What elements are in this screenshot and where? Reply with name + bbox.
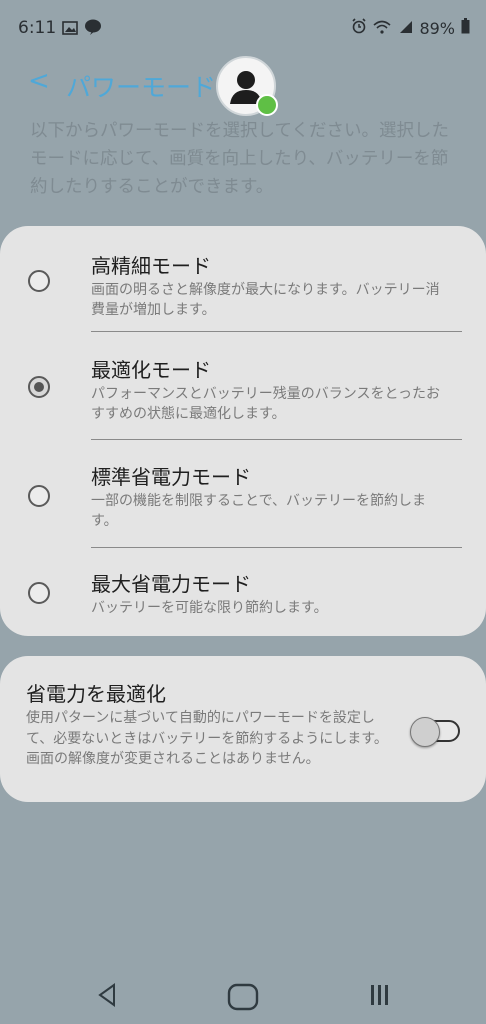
radio-high-performance[interactable]: [28, 270, 50, 292]
mode-desc: バッテリーを可能な限り節約します。: [91, 600, 328, 616]
back-button[interactable]: <: [28, 66, 50, 96]
toggle-knob[interactable]: [410, 717, 440, 747]
adaptive-power-saving-card[interactable]: 省電力を最適化 使用パターンに基づいて自動的にパワーモードを設定して、必要ないと…: [0, 656, 486, 802]
mode-desc: 画面の明るさと解像度が最大になります。バッテリー消費量が増加します。: [91, 282, 440, 318]
mode-option-optimized[interactable]: 最適化モード パフォーマンスとバッテリー残量のバランスをとったおすすめの状態に最…: [0, 354, 486, 446]
mode-title: 高精細モード: [91, 254, 211, 278]
mode-title: 最適化モード: [91, 358, 211, 382]
mode-title: 最大省電力モード: [91, 572, 251, 596]
divider: [91, 547, 462, 548]
power-mode-list: 高精細モード 画面の明るさと解像度が最大になります。バッテリー消費量が増加します…: [0, 226, 486, 636]
adaptive-title: 省電力を最適化: [26, 682, 166, 706]
divider: [91, 331, 462, 332]
status-bar: 6:11 89%: [0, 0, 486, 56]
page-description: 以下からパワーモードを選択してください。選択したモードに応じて、画質を向上したり…: [30, 121, 449, 197]
recents-icon[interactable]: [368, 982, 392, 1012]
sync-badge-icon: [256, 94, 278, 116]
divider: [91, 439, 462, 440]
radio-max-saving[interactable]: [28, 582, 50, 604]
adaptive-toggle[interactable]: [410, 717, 460, 747]
battery-icon: [461, 18, 470, 38]
mode-desc: パフォーマンスとバッテリー残量のバランスをとったおすすめの状態に最適化します。: [91, 386, 441, 422]
wifi-icon: [373, 19, 391, 38]
status-time: 6:11: [18, 18, 57, 38]
mode-option-high-performance[interactable]: 高精細モード 画面の明るさと解像度が最大になります。バッテリー消費量が増加します…: [0, 250, 486, 342]
gallery-icon: [62, 20, 78, 39]
signal-icon: [397, 19, 413, 38]
mode-desc: 一部の機能を制限することで、バッテリーを節約します。: [91, 493, 427, 529]
app-header: < パワーモード: [0, 56, 486, 116]
radio-medium-saving[interactable]: [28, 485, 50, 507]
back-icon[interactable]: [96, 982, 118, 1012]
alarm-icon: [351, 18, 367, 38]
battery-level: 89%: [419, 18, 455, 38]
mode-option-medium-saving[interactable]: 標準省電力モード 一部の機能を制限することで、バッテリーを節約します。: [0, 461, 486, 553]
radio-optimized[interactable]: [28, 376, 50, 398]
mode-title: 標準省電力モード: [91, 465, 251, 489]
mode-option-max-saving[interactable]: 最大省電力モード バッテリーを可能な限り節約します。: [0, 568, 486, 628]
home-icon[interactable]: [226, 982, 260, 1016]
adaptive-desc: 使用パターンに基づいて自動的にパワーモードを設定して、必要ないときはバッテリーを…: [26, 710, 388, 767]
page-title: パワーモード: [66, 73, 217, 102]
line-app-icon: [84, 18, 102, 40]
navigation-bar: [0, 970, 486, 1024]
